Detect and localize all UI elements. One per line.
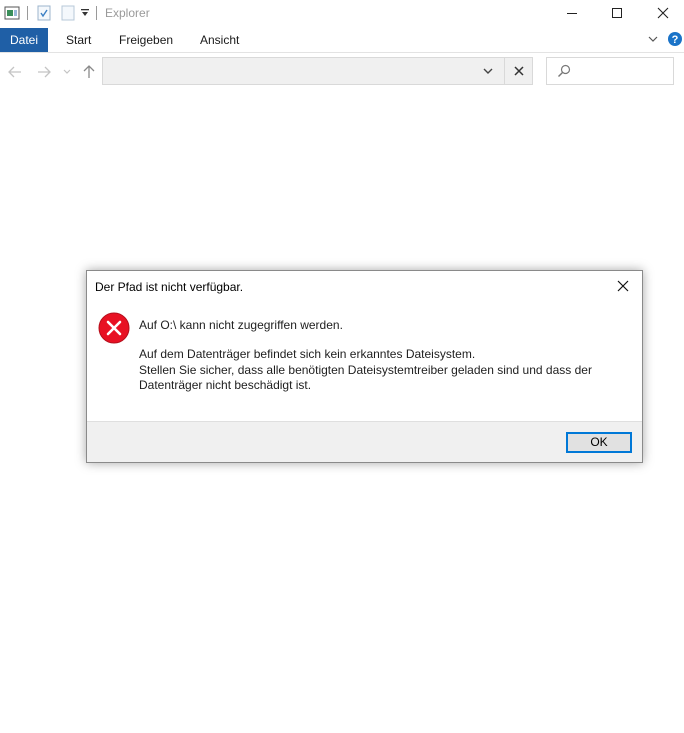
close-x-icon [513, 66, 524, 76]
title-separator [96, 6, 97, 20]
close-icon [617, 280, 629, 292]
quick-access-separator [27, 6, 28, 20]
tab-freigeben[interactable]: Freigeben [109, 28, 183, 52]
detail-line: Datenträger nicht beschädigt ist. [139, 378, 312, 392]
explorer-app-icon[interactable] [4, 4, 20, 22]
properties-icon[interactable] [37, 4, 51, 22]
back-arrow-icon[interactable] [6, 63, 24, 81]
search-icon [557, 64, 571, 83]
minimize-button[interactable] [549, 0, 595, 26]
clear-address-button[interactable] [505, 57, 533, 85]
dialog-footer: OK [87, 421, 642, 462]
window-title: Explorer [105, 6, 150, 20]
customize-quick-access-icon[interactable] [80, 4, 90, 22]
up-arrow-icon[interactable] [80, 63, 98, 81]
address-bar[interactable] [102, 57, 505, 85]
error-icon [98, 312, 130, 344]
detail-line: Stellen Sie sicher, dass alle benötigten… [139, 362, 592, 377]
title-bar: Explorer [0, 0, 684, 26]
tab-datei[interactable]: Datei [0, 28, 49, 52]
forward-arrow-icon[interactable] [35, 63, 53, 81]
error-dialog: Der Pfad ist nicht verfügbar. Auf O:\ ka… [86, 270, 643, 463]
ok-button[interactable]: OK [566, 432, 632, 453]
dialog-close-button[interactable] [610, 275, 636, 297]
dialog-main-message: Auf O:\ kann nicht zugegriffen werden. [139, 318, 343, 332]
tab-ansicht[interactable]: Ansicht [190, 28, 249, 52]
ribbon-tabs: Datei Start Freigeben Ansicht ? [0, 28, 684, 53]
new-folder-icon[interactable] [61, 4, 75, 22]
expand-ribbon-chevron-icon[interactable] [647, 31, 659, 52]
search-box[interactable] [546, 57, 674, 85]
dialog-detail-message: Auf dem Datenträger befindet sich kein e… [139, 347, 609, 394]
help-icon[interactable]: ? [667, 31, 683, 52]
dialog-title: Der Pfad ist nicht verfügbar. [95, 280, 244, 294]
recent-locations-chevron-icon[interactable] [60, 63, 74, 81]
detail-line: Auf dem Datenträger befindet sich kein e… [139, 347, 476, 361]
close-button[interactable] [640, 0, 684, 26]
tab-start[interactable]: Start [56, 28, 101, 52]
maximize-button[interactable] [594, 0, 640, 26]
svg-text:?: ? [672, 34, 679, 46]
address-dropdown-chevron-icon[interactable] [476, 59, 500, 83]
